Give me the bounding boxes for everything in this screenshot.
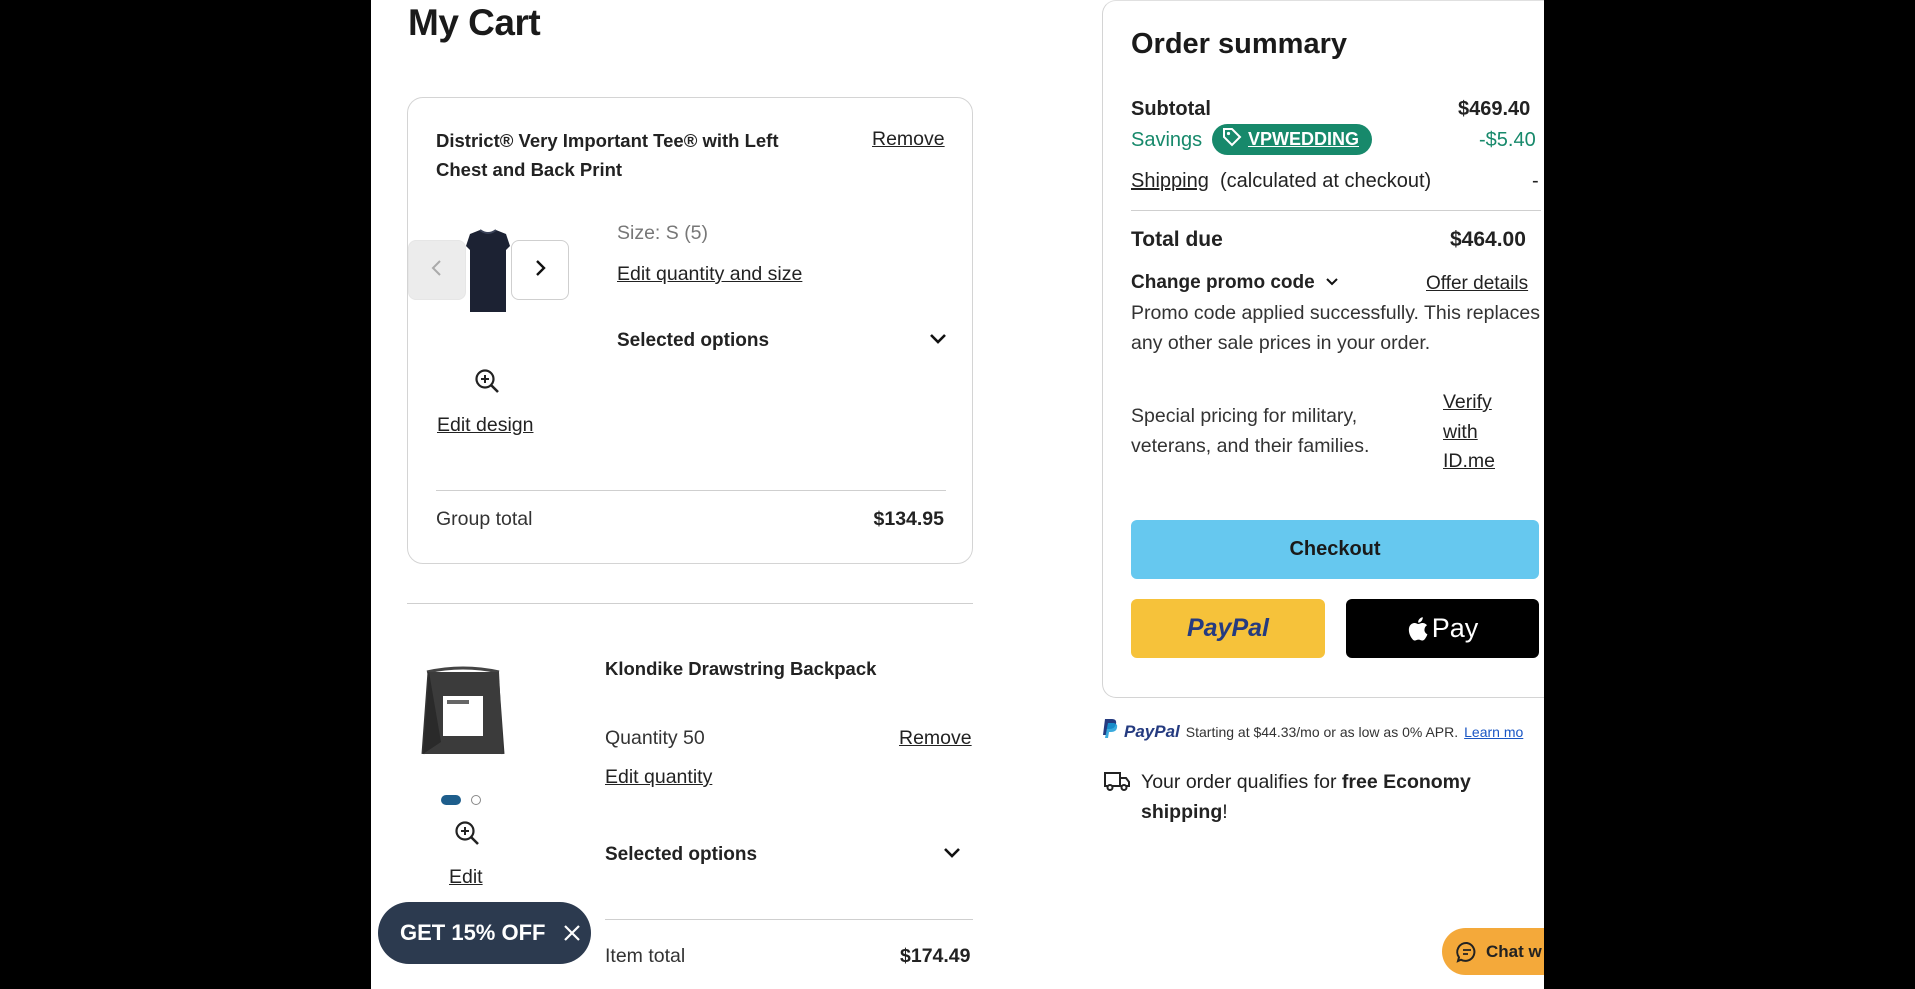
total-label: Total due [1131,228,1223,251]
chevron-left-icon [430,259,444,282]
selected-options-toggle[interactable]: Selected options [617,330,947,352]
divider [407,603,973,604]
truck-icon [1103,770,1131,797]
edit-design-link[interactable]: Edit design [437,414,533,437]
paypal-credit-text: Starting at $44.33/mo or as low as 0% AP… [1185,723,1459,740]
paypal-icon [1102,718,1118,745]
carousel-dots [441,795,481,805]
apple-pay-label: Pay [1431,613,1479,643]
paypal-logo-text: PayPal [1186,614,1269,642]
selected-options-label: Selected options [605,844,758,865]
free-shipping-end: ! [1222,800,1228,823]
edit-link[interactable]: Edit [449,866,483,889]
carousel-dot-active[interactable] [441,795,461,805]
cart-item-card: District® Very Important Tee® with Left … [407,97,973,564]
chat-bubble-icon [1456,941,1478,963]
chat-button[interactable]: Chat w [1442,928,1544,975]
group-total-label: Group total [436,508,533,530]
chevron-down-icon [1325,274,1339,292]
carousel-dot[interactable] [471,795,481,805]
subtotal-label: Subtotal [1131,98,1211,120]
divider [436,490,946,491]
promo-banner-label: GET 15% OFF [400,920,546,945]
shipping-note: (calculated at checkout) [1220,170,1432,192]
size-label: Size: S (5) [617,222,709,244]
selected-options-label: Selected options [617,330,770,351]
chat-label: Chat w [1486,941,1542,961]
change-promo-toggle[interactable]: Change promo code [1131,272,1339,294]
summary-title: Order summary [1131,28,1347,60]
divider [1131,210,1541,211]
zoom-in-icon[interactable] [454,820,480,851]
product-name: Klondike Drawstring Backpack [605,658,877,679]
chevron-right-icon [533,259,547,282]
apple-pay-button[interactable]: Pay [1346,599,1539,658]
shipping-link[interactable]: Shipping [1131,170,1209,193]
apple-icon [1407,616,1429,642]
edit-quantity-size-link[interactable]: Edit quantity and size [617,263,802,286]
close-icon[interactable] [563,924,581,942]
promo-code-badge[interactable]: VPWEDDING [1212,124,1373,155]
edit-quantity-link[interactable]: Edit quantity [605,766,712,789]
group-total-value: $134.95 [873,508,945,530]
cart-page: My Cart District® Very Important Tee® wi… [371,0,1544,989]
tag-icon [1222,127,1242,152]
verify-id-me-link[interactable]: Verify with ID.me [1443,388,1527,477]
promo-banner[interactable]: GET 15% OFF [378,902,591,964]
chevron-down-icon [929,332,947,350]
total-value: $464.00 [1450,228,1526,251]
free-shipping-text: Your order qualifies for [1141,771,1342,793]
promo-message: Promo code applied successfully. This re… [1131,302,1540,354]
savings-value: -$5.40 [1479,129,1536,151]
item-total-value: $174.49 [900,945,971,967]
offer-details-link[interactable]: Offer details [1426,273,1528,295]
military-pricing-text: Special pricing for military, veterans, … [1131,405,1370,457]
carousel-prev-button[interactable] [408,240,466,300]
quantity-label: Quantity 50 [605,727,705,749]
selected-options-toggle[interactable]: Selected options [605,844,961,866]
promo-code-label: VPWEDDING [1248,129,1360,149]
chevron-down-icon [943,846,961,864]
savings-label: Savings [1131,129,1203,151]
checkout-button[interactable]: Checkout [1131,520,1539,579]
shipping-value: - [1532,170,1539,192]
paypal-credit-brand: PayPal [1124,721,1180,741]
zoom-in-icon[interactable] [474,368,500,399]
subtotal-value: $469.40 [1458,98,1531,120]
carousel-next-button[interactable] [511,240,569,300]
product-name: District® Very Important Tee® with Left … [436,130,779,180]
change-promo-label: Change promo code [1131,272,1315,293]
paypal-learn-more-link[interactable]: Learn mo [1464,724,1523,740]
product-image-backpack [419,666,507,762]
divider [605,919,973,920]
item-total-label: Item total [605,945,686,967]
paypal-button[interactable]: PayPal [1131,599,1325,658]
remove-link[interactable]: Remove [872,128,945,151]
product-image-tee [460,228,516,316]
page-title: My Cart [408,2,541,43]
paypal-credit-message: PayPal Starting at $44.33/mo or as low a… [1102,718,1523,745]
remove-link[interactable]: Remove [899,727,972,750]
free-shipping-notice: Your order qualifies for free Economy sh… [1141,768,1521,827]
